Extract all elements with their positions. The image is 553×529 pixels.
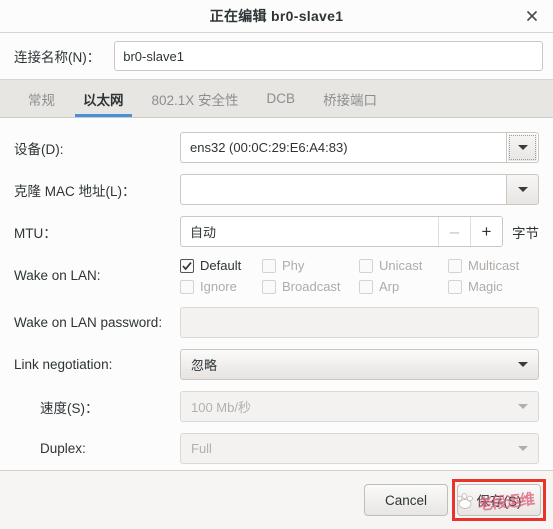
duplex-row: Duplex: Full (14, 433, 539, 464)
checkbox-icon (180, 279, 194, 294)
speed-value: 100 Mb/秒 (191, 400, 251, 415)
tab-general[interactable]: 常规 (14, 80, 69, 117)
speed-combobox[interactable]: 100 Mb/秒 (180, 391, 539, 422)
tab-bar: 常规 以太网 802.1X 安全性 DCB 桥接端口 (0, 80, 553, 118)
cloned-mac-row: 克隆 MAC 地址(L)： (14, 174, 539, 205)
edit-connection-dialog: 正在编辑 br0-slave1 连接名称(N)： 常规 以太网 802.1X 安… (0, 0, 553, 529)
link-negotiation-label: Link negotiation: (14, 357, 113, 372)
connection-name-row: 连接名称(N)： (0, 33, 553, 80)
ethernet-tab-panel: 设备(D): ens32 (00:0C:29:E6:A4:83) 克隆 MAC … (0, 118, 553, 471)
mtu-decrement-button[interactable]: – (438, 217, 470, 246)
link-negotiation-row: Link negotiation: 忽略 (14, 349, 539, 380)
save-button-wrapper: 保存(S) (452, 479, 546, 521)
save-button[interactable]: 保存(S) (457, 484, 541, 516)
dialog-footer: Cancel 保存(S) (0, 471, 553, 529)
checkbox-unicast-label: Unicast (379, 258, 423, 273)
link-negotiation-value: 忽略 (191, 358, 218, 373)
checkbox-default[interactable]: Default (180, 258, 262, 273)
mtu-unit-label: 字节 (512, 225, 539, 241)
cloned-mac-label: 克隆 MAC 地址(L)： (14, 183, 136, 199)
tab-bridge-port[interactable]: 桥接端口 (309, 80, 391, 117)
wol-password-row: Wake on LAN password: (14, 307, 539, 338)
chevron-down-icon (517, 187, 528, 192)
mtu-row: MTU： 自动 – + 字节 (14, 216, 539, 247)
dialog-title: 正在编辑 br0-slave1 (209, 8, 344, 24)
checkbox-magic[interactable]: Magic (448, 279, 539, 294)
cancel-button[interactable]: Cancel (364, 484, 448, 516)
mtu-spinner[interactable]: 自动 – + (180, 216, 503, 247)
checkbox-magic-label: Magic (468, 279, 503, 294)
chevron-down-icon (518, 362, 528, 367)
checkbox-icon (262, 279, 276, 294)
connection-name-input[interactable] (114, 41, 543, 71)
mtu-value[interactable]: 自动 (181, 217, 438, 246)
wol-password-input[interactable] (180, 307, 539, 338)
checkbox-icon (180, 258, 194, 273)
chevron-down-icon (518, 446, 528, 451)
checkbox-default-label: Default (200, 258, 242, 273)
wake-on-lan-options: Default Phy Unicast Multicast Ignore Bro… (180, 258, 539, 294)
speed-label: 速度(S)： (40, 400, 99, 416)
device-combobox[interactable]: ens32 (00:0C:29:E6:A4:83) (180, 132, 539, 163)
checkbox-unicast[interactable]: Unicast (359, 258, 448, 273)
wol-password-label: Wake on LAN password: (14, 315, 163, 330)
device-value: ens32 (00:0C:29:E6:A4:83) (180, 132, 506, 163)
checkbox-icon (448, 279, 462, 294)
checkbox-phy[interactable]: Phy (262, 258, 359, 273)
chevron-down-icon (517, 145, 528, 150)
mtu-label: MTU： (14, 225, 57, 241)
checkbox-icon (359, 258, 373, 273)
tab-8021x-security[interactable]: 802.1X 安全性 (138, 80, 253, 117)
checkbox-arp-label: Arp (379, 279, 400, 294)
checkbox-broadcast[interactable]: Broadcast (262, 279, 359, 294)
checkbox-phy-label: Phy (282, 258, 305, 273)
dialog-titlebar: 正在编辑 br0-slave1 (0, 0, 553, 33)
checkbox-icon (262, 258, 276, 273)
duplex-combobox[interactable]: Full (180, 433, 539, 464)
duplex-value: Full (191, 441, 212, 456)
duplex-label: Duplex: (40, 441, 86, 456)
checkbox-broadcast-label: Broadcast (282, 279, 341, 294)
wake-on-lan-row: Wake on LAN: Default Phy Unicast Multica… (14, 258, 539, 294)
connection-name-label: 连接名称(N)： (14, 50, 101, 65)
checkbox-icon (359, 279, 373, 294)
checkbox-multicast[interactable]: Multicast (448, 258, 539, 273)
checkbox-ignore[interactable]: Ignore (180, 279, 262, 294)
tab-ethernet[interactable]: 以太网 (69, 80, 138, 117)
link-negotiation-combobox[interactable]: 忽略 (180, 349, 539, 380)
cloned-mac-value[interactable] (180, 174, 506, 205)
checkbox-multicast-label: Multicast (468, 258, 520, 273)
device-dropdown-button[interactable] (506, 132, 539, 163)
close-icon[interactable] (521, 5, 543, 27)
cloned-mac-dropdown-button[interactable] (506, 174, 539, 205)
device-row: 设备(D): ens32 (00:0C:29:E6:A4:83) (14, 132, 539, 163)
mtu-increment-button[interactable]: + (470, 217, 502, 246)
chevron-down-icon (518, 404, 528, 409)
checkbox-ignore-label: Ignore (200, 279, 237, 294)
wake-on-lan-label: Wake on LAN: (14, 268, 101, 283)
checkbox-arp[interactable]: Arp (359, 279, 448, 294)
speed-row: 速度(S)： 100 Mb/秒 (14, 391, 539, 422)
tab-dcb[interactable]: DCB (253, 80, 310, 117)
device-label: 设备(D): (14, 141, 64, 157)
cloned-mac-combobox[interactable] (180, 174, 539, 205)
checkbox-icon (448, 258, 462, 273)
